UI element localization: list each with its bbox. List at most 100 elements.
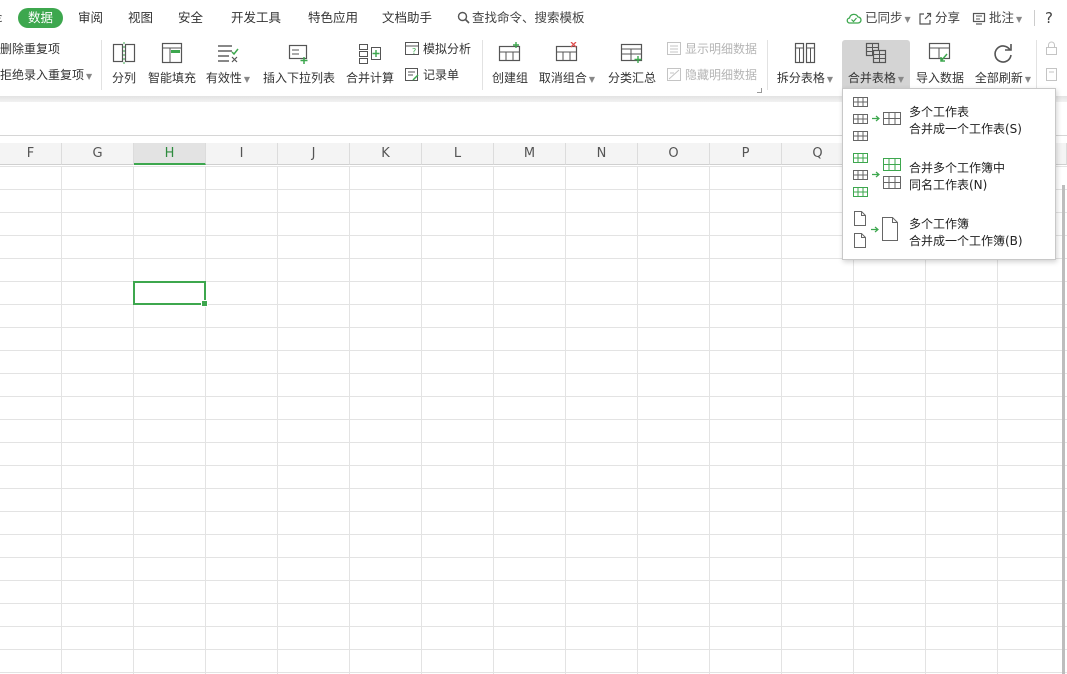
subtotal-button[interactable]: 分类汇总: [606, 40, 658, 92]
active-cell-h6[interactable]: [133, 281, 208, 307]
ribbon-divider: [482, 40, 483, 90]
insert-dropdown-list-button[interactable]: 插入下拉列表: [262, 40, 336, 92]
show-detail-icon: [667, 42, 681, 55]
delete-duplicates-button[interactable]: 删除重复项: [0, 40, 60, 58]
workbooks-merge-icon: [854, 211, 898, 248]
sync-status-button[interactable]: 已同步 ▼: [846, 8, 911, 28]
chevron-down-icon: ▼: [86, 72, 93, 81]
menu-item-line1: 多个工作簿: [909, 217, 970, 231]
column-header-o[interactable]: O: [638, 143, 710, 165]
reject-duplicates-button[interactable]: 拒绝录入重复项 ▼: [0, 66, 92, 84]
tab-review[interactable]: 审阅: [78, 8, 103, 28]
tab-view[interactable]: 视图: [128, 8, 153, 28]
create-group-icon: [498, 42, 521, 62]
tab-doc-assistant[interactable]: 文档助手: [382, 8, 432, 28]
chevron-down-icon: ▼: [1016, 15, 1023, 24]
comment-label: 批注: [989, 10, 1015, 25]
import-data-label: 导入数据: [915, 71, 964, 85]
sheets-merge-icon: [853, 97, 901, 141]
ungroup-button[interactable]: 取消组合 ▼: [537, 40, 597, 92]
cut-off-file-button[interactable]: [1044, 66, 1063, 84]
validity-button[interactable]: 有效性 ▼: [205, 40, 251, 92]
column-header-k[interactable]: K: [350, 143, 422, 165]
chevron-down-icon: ▼: [1024, 75, 1032, 84]
insert-dropdown-list-label: 插入下拉列表: [262, 71, 335, 85]
tab-features[interactable]: 特色应用: [308, 8, 358, 28]
ribbon-divider: [101, 40, 102, 90]
menu-item-line2: 合并成一个工作表(S): [909, 122, 1022, 136]
ribbon-group-dialog-launcher[interactable]: [757, 88, 762, 93]
menu-item-line1: 多个工作表: [909, 105, 970, 119]
refresh-icon: [994, 44, 1012, 63]
ungroup-label: 取消组合: [538, 71, 587, 85]
ungroup-icon: [555, 42, 578, 62]
split-column-button[interactable]: 分列: [108, 40, 140, 92]
show-detail-button[interactable]: 显示明细数据: [666, 40, 757, 58]
menu-item-merge-sheets[interactable]: 多个工作表 合并成一个工作表(S): [843, 91, 1055, 145]
column-header-f[interactable]: F: [0, 143, 62, 165]
smart-fill-button[interactable]: 智能填充: [146, 40, 198, 92]
menu-item-merge-same-name-sheets[interactable]: 合并多个工作簿中 同名工作表(N): [843, 147, 1055, 201]
tab-security[interactable]: 安全: [178, 8, 203, 28]
chevron-down-icon: ▼: [904, 15, 911, 24]
column-header-g[interactable]: G: [62, 143, 134, 165]
record-form-icon: [405, 68, 419, 81]
smart-fill-label: 智能填充: [147, 71, 196, 85]
merge-calculate-button[interactable]: 合并计算: [345, 40, 395, 92]
validity-label: 有效性: [205, 71, 242, 85]
ribbon-divider: [1036, 40, 1037, 90]
svg-text:?: ?: [412, 47, 416, 56]
ribbon-divider: [767, 40, 768, 90]
record-form-button[interactable]: 记录单: [404, 66, 459, 84]
merge-calculate-icon: [359, 44, 381, 64]
column-header-p[interactable]: P: [710, 143, 782, 165]
what-if-analysis-label: 模拟分析: [423, 42, 472, 56]
share-label: 分享: [935, 10, 961, 25]
comment-icon: [972, 12, 986, 25]
refresh-all-button[interactable]: 全部刷新 ▼: [974, 40, 1032, 92]
refresh-all-label: 全部刷新: [974, 71, 1023, 85]
lock-icon: [1046, 41, 1057, 55]
dropdown-list-icon: [288, 44, 308, 64]
toolbar-divider: [1034, 10, 1035, 26]
split-table-button[interactable]: 拆分表格 ▼: [776, 40, 834, 92]
tab-developer[interactable]: 开发工具: [231, 8, 281, 28]
split-table-icon: [794, 42, 816, 64]
merge-table-label: 合并表格: [847, 71, 896, 85]
vertical-scrollbar[interactable]: [1062, 185, 1065, 674]
merge-calculate-label: 合并计算: [345, 71, 394, 85]
smart-fill-icon: [161, 42, 183, 64]
create-group-label: 创建组: [491, 71, 528, 85]
column-header-h[interactable]: H: [134, 143, 206, 165]
show-detail-label: 显示明细数据: [685, 42, 758, 56]
create-group-button[interactable]: 创建组: [490, 40, 530, 92]
column-header-i[interactable]: I: [206, 143, 278, 165]
cut-off-lock-button[interactable]: [1044, 40, 1063, 58]
split-column-label: 分列: [111, 71, 136, 85]
chevron-down-icon: ▼: [826, 75, 834, 84]
help-button[interactable]: ?: [1045, 8, 1053, 28]
share-button[interactable]: 分享: [918, 8, 960, 28]
menu-tab-bar: ε 数据 审阅 视图 安全 开发工具 特色应用 文档助手 查找命令、搜索模板 已…: [0, 0, 1067, 34]
column-header-m[interactable]: M: [494, 143, 566, 165]
delete-duplicates-label: 删除重复项: [0, 42, 61, 56]
tab-data[interactable]: 数据: [18, 8, 64, 28]
column-header-n[interactable]: N: [566, 143, 638, 165]
command-search[interactable]: 查找命令、搜索模板: [457, 8, 585, 28]
merge-table-button[interactable]: 合并表格 ▼: [842, 40, 910, 92]
record-form-label: 记录单: [423, 68, 460, 82]
share-icon: [919, 12, 932, 25]
chevron-down-icon: ▼: [243, 75, 251, 84]
comment-button[interactable]: 批注 ▼: [972, 8, 1022, 28]
cloud-sync-icon: [846, 13, 862, 24]
column-header-j[interactable]: J: [278, 143, 350, 165]
what-if-analysis-icon: ?: [405, 42, 419, 56]
what-if-analysis-button[interactable]: ? 模拟分析: [404, 40, 471, 58]
menu-item-merge-workbooks[interactable]: 多个工作簿 合并成一个工作簿(B): [843, 203, 1055, 257]
import-data-button[interactable]: 导入数据: [914, 40, 966, 92]
chevron-down-icon: ▼: [588, 75, 596, 84]
chevron-down-icon: ▼: [897, 75, 905, 84]
subtotal-label: 分类汇总: [607, 71, 656, 85]
column-header-l[interactable]: L: [422, 143, 494, 165]
hide-detail-button[interactable]: 隐藏明细数据: [666, 66, 757, 84]
